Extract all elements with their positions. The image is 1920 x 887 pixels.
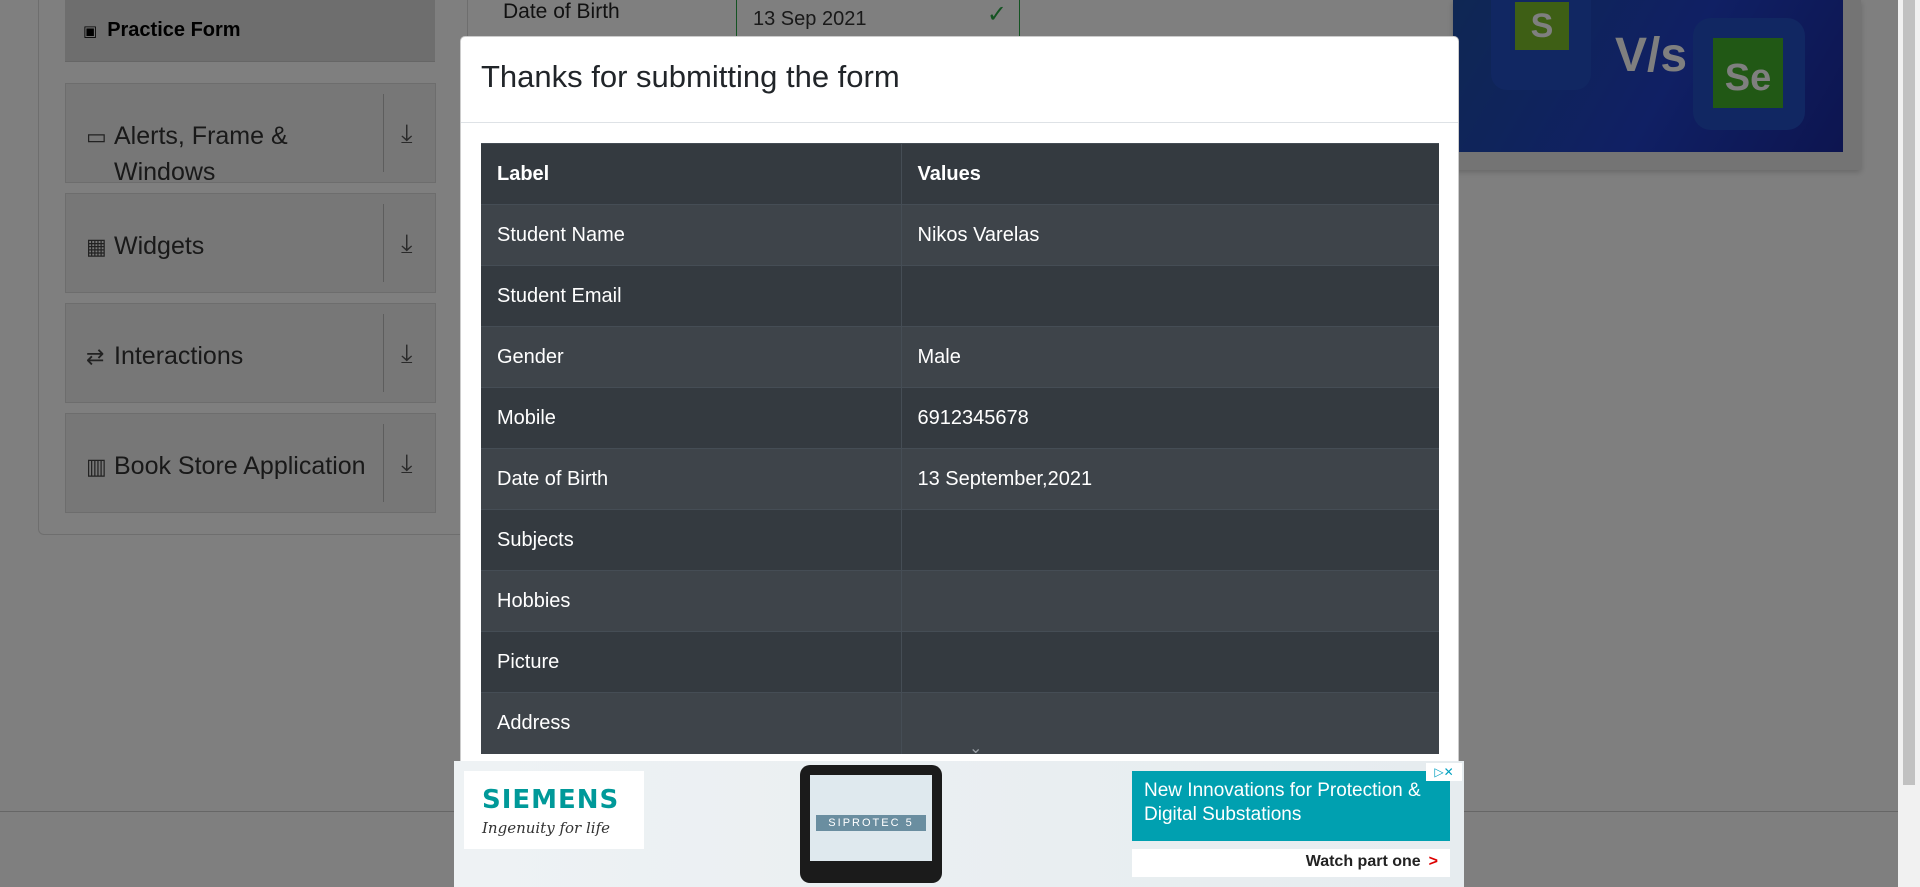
- row-label: Student Name: [481, 204, 902, 266]
- table-header-row: Label Values: [481, 143, 1439, 205]
- siemens-ad[interactable]: SIEMENS Ingenuity for life SIPROTEC 5 Ne…: [454, 761, 1464, 887]
- results-table: Label Values Student Name Nikos Varelas S…: [481, 143, 1439, 754]
- table-row: Subjects: [481, 509, 1439, 571]
- adchoices-icon[interactable]: ▷✕: [1426, 763, 1462, 781]
- table-row: Student Name Nikos Varelas: [481, 204, 1439, 266]
- page-scrollbar[interactable]: [1898, 0, 1920, 887]
- row-label: Hobbies: [481, 570, 902, 632]
- tablet-image: SIPROTEC 5: [800, 765, 942, 883]
- row-label: Mobile: [481, 387, 902, 449]
- header-values: Values: [901, 143, 1439, 205]
- row-label: Subjects: [481, 509, 902, 571]
- tablet-screen: SIPROTEC 5: [810, 775, 932, 861]
- modal-title: Thanks for submitting the form: [481, 59, 900, 94]
- row-label: Student Email: [481, 265, 902, 327]
- row-label: Gender: [481, 326, 902, 388]
- table-row: Date of Birth 13 September,2021: [481, 448, 1439, 510]
- submission-modal: Thanks for submitting the form Label Val…: [460, 36, 1459, 887]
- row-value: [901, 265, 1439, 327]
- row-value: [901, 631, 1439, 693]
- device-label: SIPROTEC 5: [816, 815, 926, 831]
- ad-tagline: Ingenuity for life: [482, 819, 610, 837]
- modal-header: Thanks for submitting the form: [461, 37, 1458, 123]
- ad-brand: SIEMENS: [482, 785, 620, 815]
- row-value: Male: [901, 326, 1439, 388]
- scrollbar-thumb[interactable]: [1903, 0, 1915, 785]
- table-row: Mobile 6912345678: [481, 387, 1439, 449]
- ad-headline[interactable]: New Innovations for Protection & Digital…: [1132, 771, 1450, 841]
- chevron-down-icon: ⌄: [969, 740, 983, 757]
- header-label: Label: [481, 143, 902, 205]
- row-label: Date of Birth: [481, 448, 902, 510]
- table-row: Hobbies: [481, 570, 1439, 632]
- row-value: 13 September,2021: [901, 448, 1439, 510]
- arrow-right-icon: >: [1428, 853, 1438, 870]
- ad-cta-button[interactable]: Watch part one >: [1132, 849, 1450, 877]
- row-value: 6912345678: [901, 387, 1439, 449]
- table-row: Picture: [481, 631, 1439, 693]
- table-row: Student Email: [481, 265, 1439, 327]
- row-value: Nikos Varelas: [901, 204, 1439, 266]
- cta-label: Watch part one: [1305, 853, 1421, 870]
- siemens-logo[interactable]: SIEMENS Ingenuity for life: [464, 771, 644, 849]
- row-label: Picture: [481, 631, 902, 693]
- modal-body: Label Values Student Name Nikos Varelas S…: [481, 143, 1439, 757]
- table-row: Gender Male: [481, 326, 1439, 388]
- row-label: Address: [481, 692, 902, 754]
- table-row: Address: [481, 692, 1439, 754]
- row-value: [901, 570, 1439, 632]
- row-value: [901, 509, 1439, 571]
